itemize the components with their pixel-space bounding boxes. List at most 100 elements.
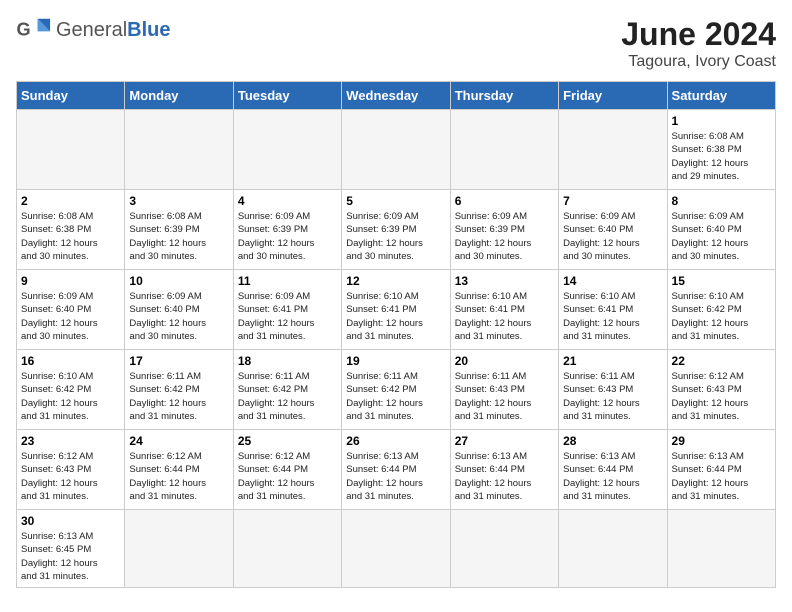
calendar-row-1: 1 Sunrise: 6:08 AMSunset: 6:38 PMDayligh… — [17, 110, 776, 190]
day-info-19: Sunrise: 6:11 AMSunset: 6:42 PMDaylight:… — [346, 370, 445, 423]
title-block: June 2024 Tagoura, Ivory Coast — [621, 16, 776, 71]
day-6: 6 Sunrise: 6:09 AMSunset: 6:39 PMDayligh… — [450, 190, 558, 270]
day-13: 13 Sunrise: 6:10 AMSunset: 6:41 PMDaylig… — [450, 270, 558, 350]
empty-cell — [559, 110, 667, 190]
day-number-11: 11 — [238, 274, 337, 288]
day-number-16: 16 — [21, 354, 120, 368]
header-monday: Monday — [125, 82, 233, 110]
day-1: 1 Sunrise: 6:08 AMSunset: 6:38 PMDayligh… — [667, 110, 775, 190]
day-4: 4 Sunrise: 6:09 AMSunset: 6:39 PMDayligh… — [233, 190, 341, 270]
day-number-2: 2 — [21, 194, 120, 208]
day-info-5: Sunrise: 6:09 AMSunset: 6:39 PMDaylight:… — [346, 210, 445, 263]
day-11: 11 Sunrise: 6:09 AMSunset: 6:41 PMDaylig… — [233, 270, 341, 350]
empty-cell — [17, 110, 125, 190]
header-wednesday: Wednesday — [342, 82, 450, 110]
empty-cell — [342, 510, 450, 588]
day-number-8: 8 — [672, 194, 771, 208]
day-number-23: 23 — [21, 434, 120, 448]
svg-text:G: G — [17, 20, 31, 40]
empty-cell — [342, 110, 450, 190]
header-thursday: Thursday — [450, 82, 558, 110]
day-22: 22 Sunrise: 6:12 AMSunset: 6:43 PMDaylig… — [667, 350, 775, 430]
logo-text: GeneralBlue — [56, 19, 171, 42]
header-saturday: Saturday — [667, 82, 775, 110]
day-24: 24 Sunrise: 6:12 AMSunset: 6:44 PMDaylig… — [125, 430, 233, 510]
calendar-row-6: 30 Sunrise: 6:13 AMSunset: 6:45 PMDaylig… — [17, 510, 776, 588]
month-year-title: June 2024 — [621, 16, 776, 53]
day-30: 30 Sunrise: 6:13 AMSunset: 6:45 PMDaylig… — [17, 510, 125, 588]
day-number-4: 4 — [238, 194, 337, 208]
day-number-17: 17 — [129, 354, 228, 368]
day-7: 7 Sunrise: 6:09 AMSunset: 6:40 PMDayligh… — [559, 190, 667, 270]
calendar-row-2: 2 Sunrise: 6:08 AMSunset: 6:38 PMDayligh… — [17, 190, 776, 270]
day-25: 25 Sunrise: 6:12 AMSunset: 6:44 PMDaylig… — [233, 430, 341, 510]
calendar-table: Sunday Monday Tuesday Wednesday Thursday… — [16, 81, 776, 588]
header-friday: Friday — [559, 82, 667, 110]
day-19: 19 Sunrise: 6:11 AMSunset: 6:42 PMDaylig… — [342, 350, 450, 430]
day-info-21: Sunrise: 6:11 AMSunset: 6:43 PMDaylight:… — [563, 370, 662, 423]
day-8: 8 Sunrise: 6:09 AMSunset: 6:40 PMDayligh… — [667, 190, 775, 270]
day-info-30: Sunrise: 6:13 AMSunset: 6:45 PMDaylight:… — [21, 530, 120, 583]
day-info-22: Sunrise: 6:12 AMSunset: 6:43 PMDaylight:… — [672, 370, 771, 423]
day-number-14: 14 — [563, 274, 662, 288]
empty-cell — [125, 510, 233, 588]
day-info-26: Sunrise: 6:13 AMSunset: 6:44 PMDaylight:… — [346, 450, 445, 503]
day-info-4: Sunrise: 6:09 AMSunset: 6:39 PMDaylight:… — [238, 210, 337, 263]
day-info-1: Sunrise: 6:08 AMSunset: 6:38 PMDaylight:… — [672, 130, 771, 183]
day-5: 5 Sunrise: 6:09 AMSunset: 6:39 PMDayligh… — [342, 190, 450, 270]
day-2: 2 Sunrise: 6:08 AMSunset: 6:38 PMDayligh… — [17, 190, 125, 270]
day-info-10: Sunrise: 6:09 AMSunset: 6:40 PMDaylight:… — [129, 290, 228, 343]
day-info-8: Sunrise: 6:09 AMSunset: 6:40 PMDaylight:… — [672, 210, 771, 263]
calendar-row-4: 16 Sunrise: 6:10 AMSunset: 6:42 PMDaylig… — [17, 350, 776, 430]
empty-cell — [233, 510, 341, 588]
day-info-17: Sunrise: 6:11 AMSunset: 6:42 PMDaylight:… — [129, 370, 228, 423]
day-number-9: 9 — [21, 274, 120, 288]
day-15: 15 Sunrise: 6:10 AMSunset: 6:42 PMDaylig… — [667, 270, 775, 350]
day-info-7: Sunrise: 6:09 AMSunset: 6:40 PMDaylight:… — [563, 210, 662, 263]
day-number-28: 28 — [563, 434, 662, 448]
day-number-1: 1 — [672, 114, 771, 128]
day-number-21: 21 — [563, 354, 662, 368]
day-info-2: Sunrise: 6:08 AMSunset: 6:38 PMDaylight:… — [21, 210, 120, 263]
day-info-27: Sunrise: 6:13 AMSunset: 6:44 PMDaylight:… — [455, 450, 554, 503]
day-number-19: 19 — [346, 354, 445, 368]
day-info-29: Sunrise: 6:13 AMSunset: 6:44 PMDaylight:… — [672, 450, 771, 503]
header-tuesday: Tuesday — [233, 82, 341, 110]
empty-cell — [450, 510, 558, 588]
day-29: 29 Sunrise: 6:13 AMSunset: 6:44 PMDaylig… — [667, 430, 775, 510]
day-9: 9 Sunrise: 6:09 AMSunset: 6:40 PMDayligh… — [17, 270, 125, 350]
day-number-12: 12 — [346, 274, 445, 288]
day-number-18: 18 — [238, 354, 337, 368]
day-info-12: Sunrise: 6:10 AMSunset: 6:41 PMDaylight:… — [346, 290, 445, 343]
day-number-7: 7 — [563, 194, 662, 208]
logo: G GeneralBlue — [16, 16, 171, 44]
day-16: 16 Sunrise: 6:10 AMSunset: 6:42 PMDaylig… — [17, 350, 125, 430]
day-info-3: Sunrise: 6:08 AMSunset: 6:39 PMDaylight:… — [129, 210, 228, 263]
day-number-25: 25 — [238, 434, 337, 448]
day-number-15: 15 — [672, 274, 771, 288]
day-number-27: 27 — [455, 434, 554, 448]
day-number-30: 30 — [21, 514, 120, 528]
calendar-row-5: 23 Sunrise: 6:12 AMSunset: 6:43 PMDaylig… — [17, 430, 776, 510]
day-number-3: 3 — [129, 194, 228, 208]
day-14: 14 Sunrise: 6:10 AMSunset: 6:41 PMDaylig… — [559, 270, 667, 350]
empty-cell — [559, 510, 667, 588]
day-number-24: 24 — [129, 434, 228, 448]
day-number-6: 6 — [455, 194, 554, 208]
day-number-10: 10 — [129, 274, 228, 288]
location-subtitle: Tagoura, Ivory Coast — [621, 53, 776, 71]
day-26: 26 Sunrise: 6:13 AMSunset: 6:44 PMDaylig… — [342, 430, 450, 510]
day-info-24: Sunrise: 6:12 AMSunset: 6:44 PMDaylight:… — [129, 450, 228, 503]
day-20: 20 Sunrise: 6:11 AMSunset: 6:43 PMDaylig… — [450, 350, 558, 430]
day-info-13: Sunrise: 6:10 AMSunset: 6:41 PMDaylight:… — [455, 290, 554, 343]
day-info-6: Sunrise: 6:09 AMSunset: 6:39 PMDaylight:… — [455, 210, 554, 263]
day-info-28: Sunrise: 6:13 AMSunset: 6:44 PMDaylight:… — [563, 450, 662, 503]
day-info-14: Sunrise: 6:10 AMSunset: 6:41 PMDaylight:… — [563, 290, 662, 343]
page-header: G GeneralBlue June 2024 Tagoura, Ivory C… — [16, 16, 776, 71]
day-info-23: Sunrise: 6:12 AMSunset: 6:43 PMDaylight:… — [21, 450, 120, 503]
day-number-13: 13 — [455, 274, 554, 288]
day-number-29: 29 — [672, 434, 771, 448]
day-number-22: 22 — [672, 354, 771, 368]
day-number-5: 5 — [346, 194, 445, 208]
empty-cell — [233, 110, 341, 190]
